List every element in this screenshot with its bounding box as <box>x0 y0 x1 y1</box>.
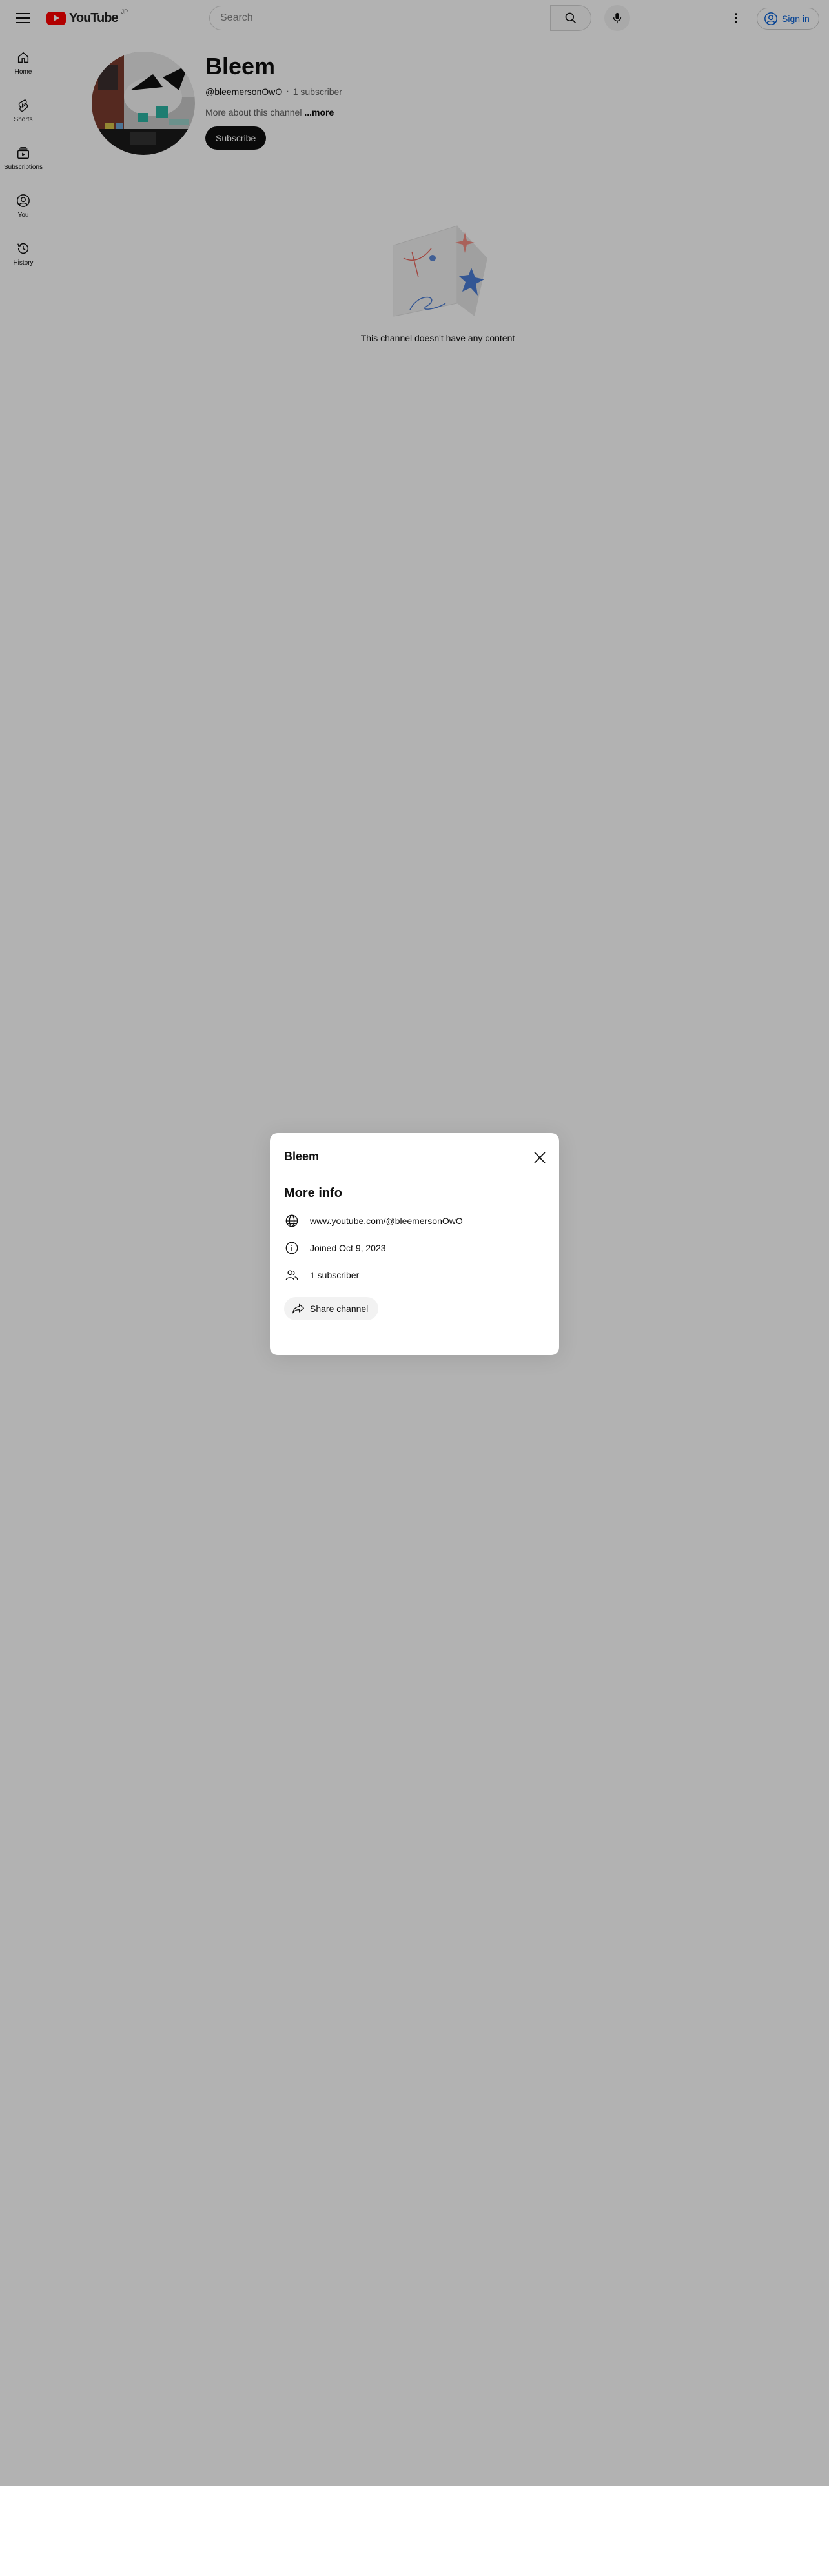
dialog-subscriber-count: 1 subscriber <box>310 1270 360 1280</box>
people-icon <box>284 1267 300 1283</box>
share-label: Share channel <box>310 1303 369 1314</box>
joined-date: Joined Oct 9, 2023 <box>310 1243 386 1253</box>
subscribers-row: 1 subscriber <box>284 1267 359 1283</box>
info-icon <box>284 1240 300 1256</box>
share-icon <box>292 1303 304 1314</box>
close-icon <box>534 1152 546 1163</box>
joined-row: Joined Oct 9, 2023 <box>284 1240 386 1256</box>
close-button[interactable] <box>528 1146 551 1169</box>
channel-url[interactable]: www.youtube.com/@bleemersonOwO <box>310 1216 463 1226</box>
more-info-heading: More info <box>284 1186 342 1200</box>
app-root: YouTube JP Sign in Home Shorts <box>0 0 829 2576</box>
channel-link-row: www.youtube.com/@bleemersonOwO <box>284 1213 463 1229</box>
about-channel-dialog: Bleem More info www.youtube.com/@bleemer… <box>270 1133 559 1355</box>
globe-icon <box>284 1213 300 1229</box>
share-channel-button[interactable]: Share channel <box>284 1297 379 1320</box>
dialog-title: Bleem <box>284 1150 320 1163</box>
